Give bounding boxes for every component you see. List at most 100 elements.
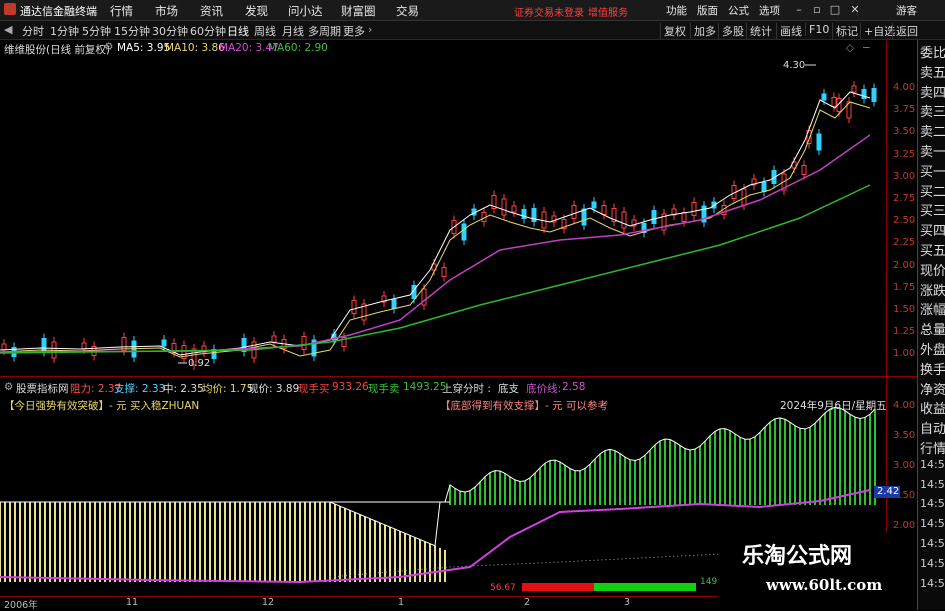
- guest-label[interactable]: 游客: [896, 3, 917, 18]
- collapse-icon[interactable]: ◀: [4, 23, 12, 36]
- period-5min[interactable]: 5分钟: [82, 23, 111, 39]
- menu-shichang[interactable]: 市场: [155, 3, 178, 19]
- watermark: 乐淘公式网 www.60lt.com: [718, 532, 917, 609]
- right-panel-item[interactable]: 14:5: [920, 537, 945, 550]
- watermark-url: www.60lt.com: [766, 576, 883, 594]
- period-monthly[interactable]: 月线: [282, 23, 304, 39]
- menu-caifuquan[interactable]: 财富圈: [341, 3, 376, 19]
- tool-f10[interactable]: F10: [805, 23, 832, 36]
- maximize-icon[interactable]: □: [828, 3, 842, 16]
- right-panel-item[interactable]: 涨跌: [920, 280, 945, 299]
- right-panel-item[interactable]: 自动: [920, 418, 945, 437]
- period-multi[interactable]: 多周期: [308, 23, 341, 39]
- period-fenshi[interactable]: 分时: [22, 23, 44, 39]
- main-y-tick: 1.25: [893, 326, 916, 338]
- watermark-title: 乐淘公式网: [742, 544, 853, 569]
- tool-biaoji[interactable]: 标记: [832, 23, 861, 39]
- candle-body: [761, 182, 767, 192]
- login-status[interactable]: 证券交易未登录: [514, 4, 584, 19]
- value-added-link[interactable]: 增值服务: [588, 4, 628, 19]
- right-panel-item[interactable]: 买五: [920, 240, 945, 259]
- menu-faxian[interactable]: 发现: [245, 3, 268, 19]
- right-panel-item[interactable]: 14:5: [920, 458, 945, 471]
- right-panel-item[interactable]: 卖二: [920, 121, 945, 140]
- candle-body: [161, 339, 167, 347]
- right-panel-item[interactable]: 卖五: [920, 62, 945, 81]
- right-panel-item[interactable]: 现价: [920, 260, 945, 279]
- period-weekly[interactable]: 周线: [254, 23, 276, 39]
- kline-chart: 4.30 0.92: [0, 60, 877, 370]
- close-icon[interactable]: ✕: [848, 3, 862, 16]
- period-more[interactable]: 更多: [343, 23, 365, 39]
- tool-tongji[interactable]: 统计: [746, 23, 775, 39]
- chevron-right-icon[interactable]: ›: [368, 23, 372, 36]
- main-y-tick: 1.00: [893, 348, 916, 360]
- candle-body: [816, 133, 822, 151]
- x-label-1: 1: [398, 597, 405, 608]
- x-label-3: 3: [624, 597, 631, 608]
- minimize-icon[interactable]: –: [792, 3, 806, 16]
- main-y-tick: 2.75: [893, 193, 916, 204]
- right-panel-item[interactable]: 行情: [920, 438, 945, 457]
- right-panel-item[interactable]: 卖四: [920, 82, 945, 101]
- x-label-2: 2: [524, 597, 531, 608]
- candle-body: [581, 208, 587, 226]
- candle-body: [1, 343, 7, 351]
- right-panel-item[interactable]: 14:5: [920, 557, 945, 570]
- period-15min[interactable]: 15分钟: [114, 23, 150, 39]
- right-panel-item[interactable]: 卖三: [920, 101, 945, 120]
- tool-duogu[interactable]: 多股: [718, 23, 747, 39]
- tool-fuquan[interactable]: 复权: [660, 23, 689, 39]
- menu-jiaoyi[interactable]: 交易: [396, 3, 419, 19]
- ma10-line: [0, 101, 871, 358]
- tool-jiaduo[interactable]: 加多: [690, 23, 719, 39]
- right-panel-item[interactable]: 换手: [920, 359, 945, 378]
- period-30min[interactable]: 30分钟: [152, 23, 188, 39]
- tool-fanhui[interactable]: 返回: [892, 23, 921, 39]
- right-panel-item[interactable]: 委比: [920, 42, 945, 61]
- candle-body: [461, 223, 467, 241]
- menu-xuanxiang[interactable]: 选项: [759, 3, 780, 18]
- menu-gongneng[interactable]: 功能: [666, 3, 687, 18]
- period-1min[interactable]: 1分钟: [50, 23, 79, 39]
- menu-banmian[interactable]: 版面: [697, 3, 718, 18]
- right-panel-item[interactable]: 14:5: [920, 577, 945, 590]
- candle-body: [591, 201, 597, 209]
- candle-body: [521, 209, 527, 219]
- right-panel-item[interactable]: 14:5: [920, 517, 945, 530]
- period-60min[interactable]: 60分钟: [190, 23, 226, 39]
- candlestick-series: [1, 81, 877, 370]
- period-daily[interactable]: 日线: [227, 23, 249, 39]
- right-panel-item[interactable]: 买一: [920, 161, 945, 180]
- menu-zixun[interactable]: 资讯: [200, 3, 223, 19]
- candle-body: [81, 342, 87, 350]
- green-volume-bar: [594, 583, 696, 591]
- main-y-tick: 1.50: [893, 304, 916, 315]
- right-panel-item[interactable]: 总量: [920, 319, 945, 338]
- right-panel-item[interactable]: 买三: [920, 200, 945, 219]
- main-y-tick: 2.25: [893, 237, 916, 249]
- right-panel-item[interactable]: 14:5: [920, 478, 945, 491]
- menu-gongshi[interactable]: 公式: [728, 3, 749, 18]
- candle-body: [351, 300, 357, 314]
- menu-hangqing[interactable]: 行情: [110, 3, 133, 19]
- right-panel-item[interactable]: 买二: [920, 181, 945, 200]
- main-y-tick: 4.00: [893, 82, 916, 93]
- app-logo-icon: [4, 3, 16, 15]
- right-panel-item[interactable]: 涨幅: [920, 299, 945, 318]
- candle-body: [861, 89, 867, 99]
- right-panel-item[interactable]: 净资: [920, 379, 945, 398]
- right-panel-item[interactable]: 卖一: [920, 141, 945, 160]
- period-toolbar: ◀ 分时 1分钟 5分钟 15分钟 30分钟 60分钟 日线 周线 月线 多周期…: [0, 21, 945, 40]
- candle-body: [301, 336, 307, 350]
- restore-icon[interactable]: ▫: [810, 3, 824, 16]
- candle-body: [621, 211, 627, 229]
- tool-huaxian[interactable]: 画线: [776, 23, 805, 39]
- right-panel-item[interactable]: 外盘: [920, 339, 945, 358]
- low-marker: 0.92: [188, 358, 210, 369]
- right-panel-item[interactable]: 收益: [920, 398, 945, 417]
- right-panel-item[interactable]: 买四: [920, 220, 945, 239]
- menu-wenxiaoda[interactable]: 问小达: [288, 3, 323, 19]
- candle-body: [821, 93, 827, 101]
- right-panel-item[interactable]: 14:5: [920, 497, 945, 510]
